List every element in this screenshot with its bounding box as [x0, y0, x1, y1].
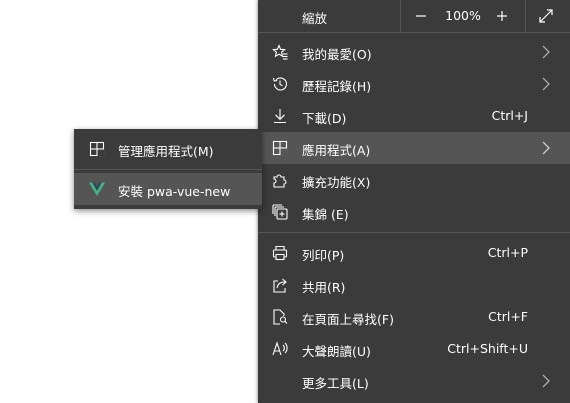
menu-item-label: 列印(P) — [302, 248, 345, 263]
menu-item-downloads[interactable]: 下載(D) Ctrl+J — [258, 100, 570, 132]
collections-icon — [272, 204, 288, 220]
plus-icon — [497, 11, 507, 21]
zoom-level: 100% — [445, 8, 481, 23]
menu-item-label: 歷程記錄(H) — [302, 79, 372, 94]
print-icon — [272, 245, 288, 261]
apps-submenu: 管理應用程式(M) 安裝 pwa-vue-new — [74, 129, 262, 209]
submenu-item-install-app[interactable]: 安裝 pwa-vue-new — [74, 173, 262, 205]
minus-icon — [416, 15, 426, 17]
history-icon — [272, 77, 288, 91]
menu-item-label: 在頁面上尋找(F) — [302, 312, 394, 327]
menu-item-read-aloud[interactable]: 大聲朗讀(U) Ctrl+Shift+U — [258, 333, 570, 365]
shortcut-text: Ctrl+F — [488, 309, 528, 324]
zoom-divider — [400, 0, 401, 32]
menu-item-label: 擴充功能(X) — [302, 175, 371, 190]
chevron-right-icon — [542, 77, 550, 91]
read-aloud-icon — [272, 341, 288, 356]
menu-divider — [258, 32, 570, 33]
menu-item-favorites[interactable]: 我的最愛(O) — [258, 36, 570, 68]
menu-item-label: 大聲朗讀(U) — [302, 344, 371, 359]
menu-item-apps[interactable]: 應用程式(A) — [258, 132, 570, 164]
menu-item-label: 我的最愛(O) — [302, 47, 372, 62]
menu-item-find[interactable]: 在頁面上尋找(F) Ctrl+F — [258, 301, 570, 333]
chevron-right-icon — [542, 141, 550, 155]
menu-item-label: 更多工具(L) — [302, 376, 369, 391]
shortcut-text: Ctrl+J — [491, 108, 528, 123]
find-icon — [273, 309, 288, 325]
menu-item-label: 應用程式(A) — [302, 143, 371, 158]
menu-item-collections[interactable]: 集錦 (E) — [258, 196, 570, 228]
submenu-item-label: 管理應用程式(M) — [118, 144, 214, 159]
chevron-right-icon — [542, 45, 550, 59]
browser-settings-menu: 縮放 100% 我的最愛(O) 歷程記錄(H) 下載(D) Ctrl+J 應用程… — [258, 0, 570, 403]
fullscreen-icon — [539, 9, 553, 23]
menu-item-label: 共用(R) — [302, 280, 346, 295]
submenu-divider — [74, 169, 262, 170]
share-icon — [273, 278, 287, 293]
vue-logo-icon — [89, 182, 105, 196]
zoom-in-button[interactable] — [490, 4, 514, 28]
menu-divider — [258, 232, 570, 233]
submenu-item-label: 安裝 pwa-vue-new — [118, 184, 231, 199]
favorites-icon — [272, 44, 288, 60]
shortcut-text: Ctrl+P — [487, 245, 528, 260]
menu-item-extensions[interactable]: 擴充功能(X) — [258, 164, 570, 196]
download-icon — [274, 109, 286, 124]
menu-item-label: 下載(D) — [302, 111, 347, 126]
menu-item-print[interactable]: 列印(P) Ctrl+P — [258, 237, 570, 269]
menu-item-share[interactable]: 共用(R) — [258, 269, 570, 301]
extensions-icon — [273, 174, 287, 188]
zoom-label: 縮放 — [302, 11, 328, 26]
zoom-row: 縮放 100% — [258, 0, 570, 32]
zoom-out-button[interactable] — [409, 4, 433, 28]
zoom-divider — [525, 0, 526, 32]
shortcut-text: Ctrl+Shift+U — [447, 341, 528, 356]
chevron-right-icon — [542, 374, 550, 388]
menu-item-history[interactable]: 歷程記錄(H) — [258, 68, 570, 100]
fullscreen-button[interactable] — [534, 4, 558, 28]
submenu-item-manage-apps[interactable]: 管理應用程式(M) — [74, 133, 262, 165]
menu-item-more-tools[interactable]: 更多工具(L) — [258, 365, 570, 397]
manage-apps-icon — [89, 141, 105, 157]
menu-item-label: 集錦 (E) — [302, 207, 349, 222]
apps-icon — [272, 140, 288, 156]
